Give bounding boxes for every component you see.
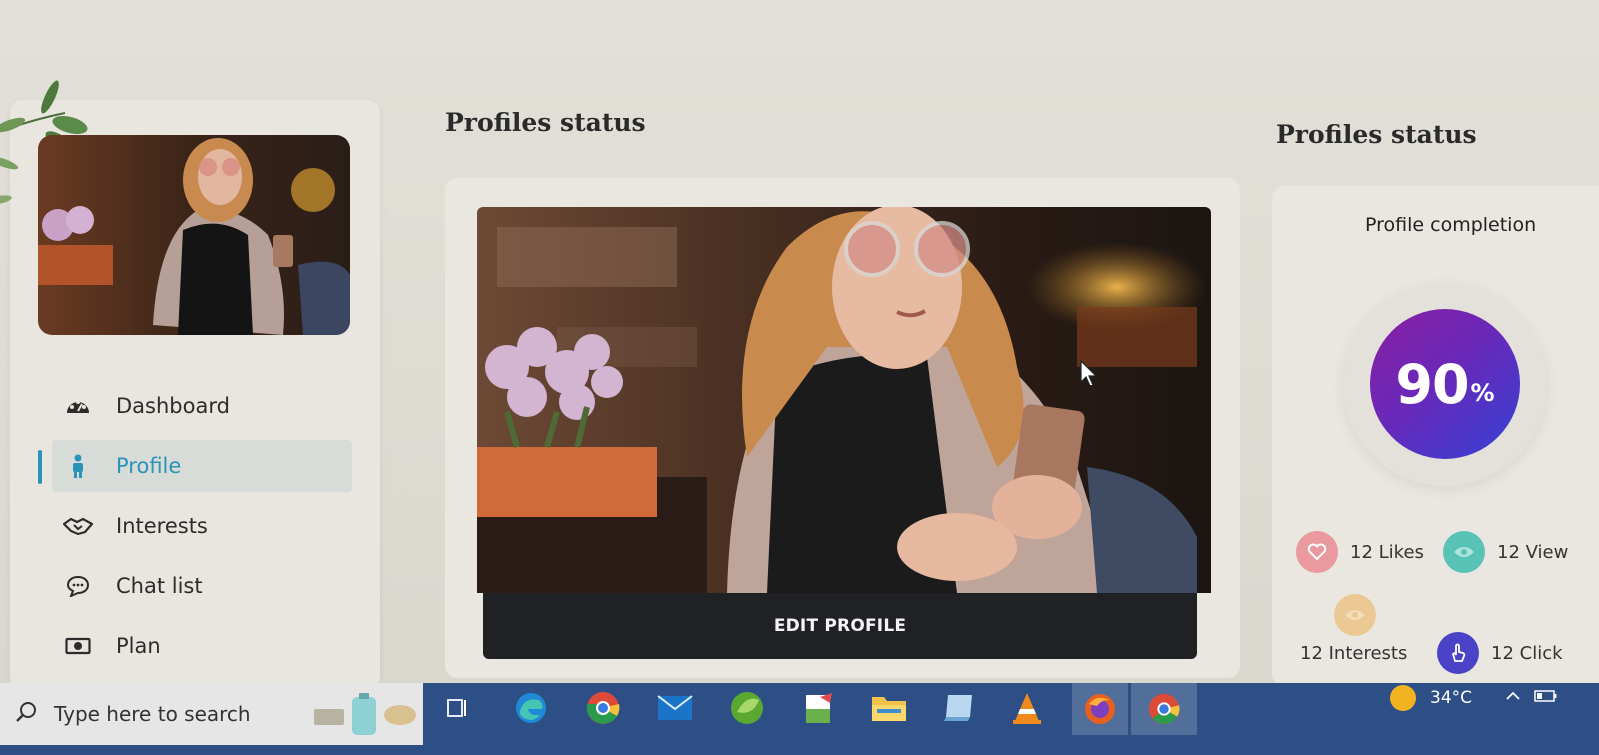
completion-unit: % — [1470, 379, 1495, 407]
stat-likes: 12 Likes — [1296, 531, 1424, 573]
blue-app-icon[interactable] — [936, 688, 982, 728]
sidebar-item-label: Chat list — [116, 574, 203, 598]
pointer-hand-icon — [1437, 632, 1479, 674]
vlc-icon[interactable] — [1004, 688, 1050, 728]
interests-count: 12 Interests — [1300, 643, 1408, 664]
views-count: 12 View — [1497, 541, 1569, 563]
sidebar-item-plan[interactable]: Plan — [52, 620, 352, 672]
completion-circle: 90 % — [1370, 309, 1520, 459]
sidebar-item-dashboard[interactable]: Dashboard — [52, 380, 352, 432]
interests-icon-wrap — [1334, 594, 1388, 636]
stat-views: 12 View — [1443, 531, 1568, 573]
search-icon — [14, 700, 38, 728]
completion-title: Profile completion — [1365, 214, 1537, 236]
sidebar-menu: Dashboard Profile Interests Chat list Pl… — [38, 380, 352, 680]
taskbar-search[interactable]: Type here to search — [0, 683, 423, 745]
stat-clicks: 12 Click — [1437, 632, 1563, 674]
app-screen: Dashboard Profile Interests Chat list Pl… — [0, 0, 1599, 690]
mail-icon[interactable] — [652, 688, 698, 728]
edit-profile-button[interactable]: EDIT PROFILE — [483, 593, 1197, 659]
tray-chevron-up-icon[interactable] — [1505, 683, 1521, 709]
sidebar-item-interests[interactable]: Interests — [52, 500, 352, 552]
stat-interests: 12 Interests — [1300, 643, 1407, 664]
edge-icon[interactable] — [508, 688, 554, 728]
person-icon — [62, 450, 94, 482]
page-title: Profiles status — [445, 108, 646, 137]
sidebar-item-profile[interactable]: Profile — [38, 440, 352, 492]
sidebar-item-label: Dashboard — [116, 394, 230, 418]
notepad-icon[interactable] — [796, 688, 842, 728]
handshake-icon — [62, 510, 94, 542]
sun-icon — [1390, 685, 1416, 711]
file-explorer-icon[interactable] — [866, 688, 912, 728]
sidebar-item-label: Plan — [116, 634, 161, 658]
sidebar-item-label: Interests — [116, 514, 208, 538]
likes-count: 12 Likes — [1350, 541, 1424, 563]
chat-icon — [62, 570, 94, 602]
weather-widget[interactable]: 34°C — [1390, 683, 1472, 713]
profile-photo — [477, 207, 1211, 593]
sidebar-item-chat-list[interactable]: Chat list — [52, 560, 352, 612]
chrome-active-icon[interactable] — [1131, 683, 1197, 735]
search-placeholder: Type here to search — [54, 702, 251, 726]
task-view-icon[interactable] — [434, 688, 480, 728]
dashboard-icon — [62, 390, 94, 422]
chrome-icon[interactable] — [580, 688, 626, 728]
money-icon — [62, 630, 94, 662]
eye-icon — [1443, 531, 1485, 573]
sidebar-item-label: Profile — [116, 454, 182, 478]
travel-widget-icon — [312, 691, 420, 741]
temperature: 34°C — [1430, 688, 1473, 708]
completion-value: 90 — [1395, 352, 1469, 416]
status-heading: Profiles status — [1276, 120, 1477, 149]
mouse-cursor-icon — [1080, 360, 1098, 387]
clicks-count: 12 Click — [1491, 642, 1563, 664]
interests-icon — [1334, 594, 1376, 636]
green-app-icon[interactable] — [724, 688, 770, 728]
firefox-icon[interactable] — [1072, 683, 1128, 735]
heart-icon — [1296, 531, 1338, 573]
battery-icon[interactable] — [1534, 683, 1558, 709]
sidebar-profile-photo[interactable] — [38, 135, 350, 335]
